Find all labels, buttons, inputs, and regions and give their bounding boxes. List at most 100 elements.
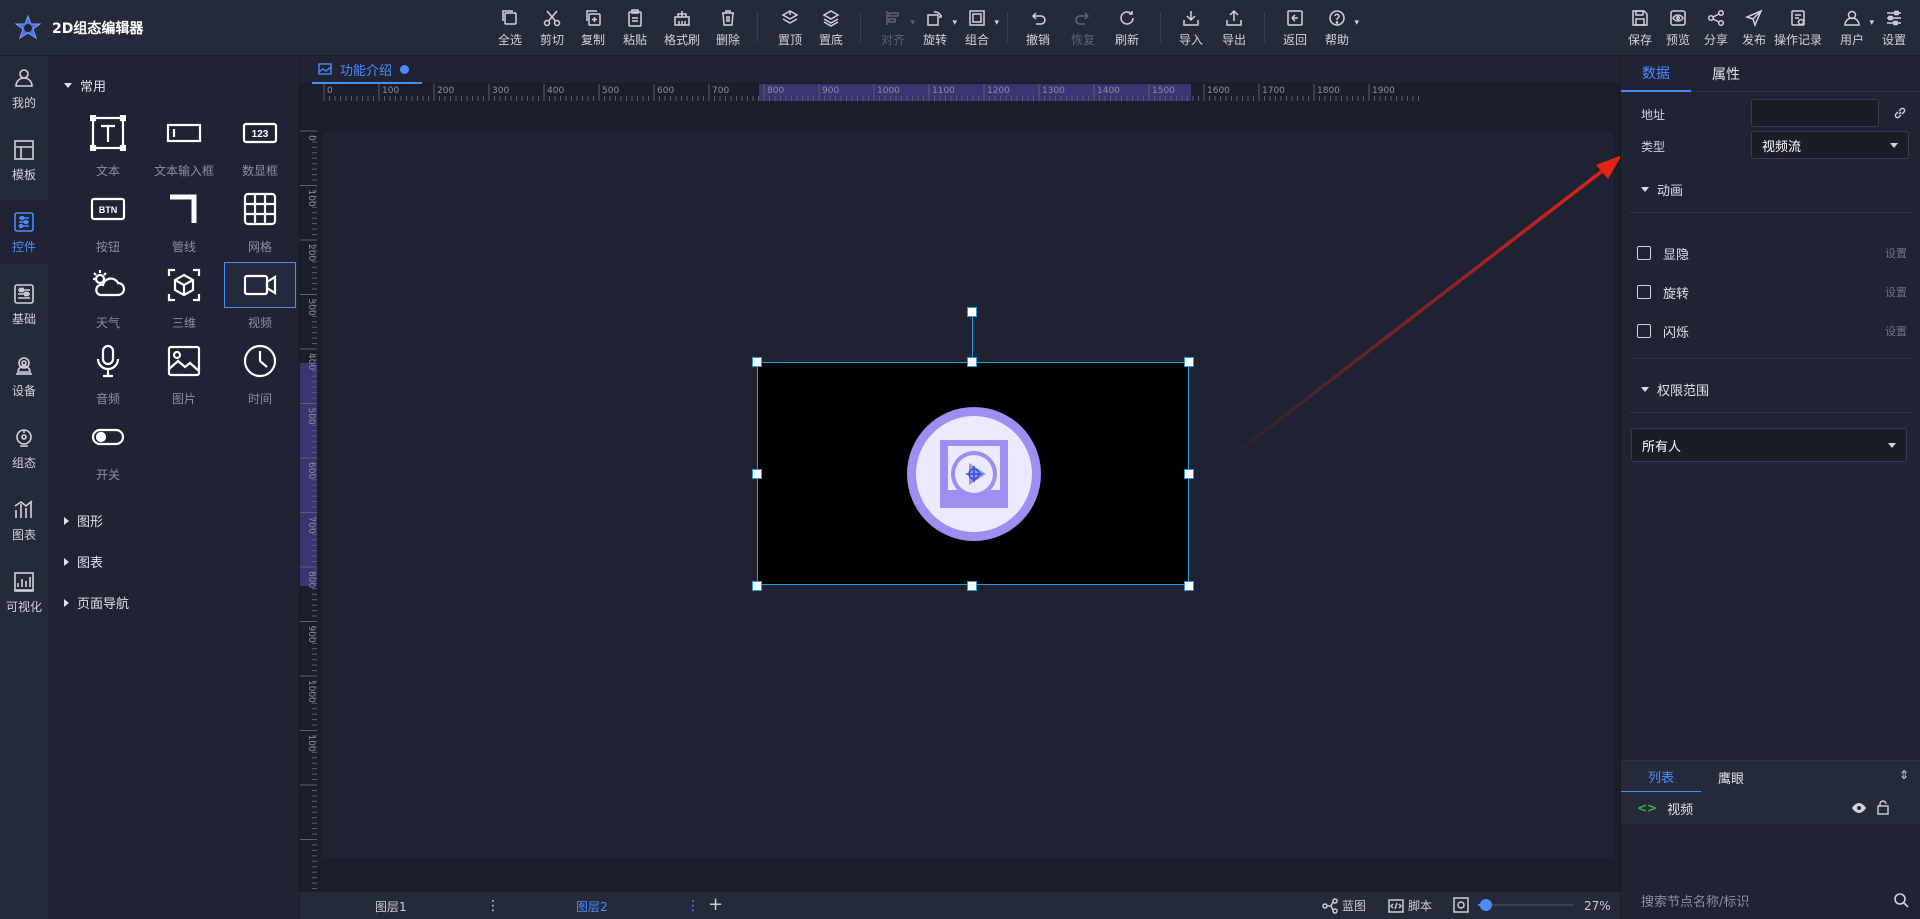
rail-item-config[interactable]: 组态 [0, 416, 48, 480]
component-audio[interactable]: 音频 [72, 338, 144, 410]
section-page-nav-header[interactable]: 页面导航 [64, 593, 129, 612]
component-grid[interactable]: 网格 [224, 186, 296, 258]
component-3d[interactable]: 三维 [148, 262, 220, 334]
blueprint-button[interactable]: 蓝图 [1322, 897, 1366, 914]
rotate-checkbox[interactable] [1637, 285, 1651, 299]
rail-item-mine[interactable]: 我的 [0, 56, 48, 120]
tab-eagle-eye[interactable]: 鹰眼 [1691, 761, 1771, 793]
delete-button[interactable]: 删除 [708, 8, 748, 48]
zoom-slider[interactable] [1478, 899, 1573, 911]
grid-icon [243, 192, 277, 226]
resize-handle-nw[interactable] [752, 357, 762, 367]
expand-collapse-icon[interactable]: ⇕ [1899, 768, 1909, 782]
back-button[interactable]: 返回 [1275, 8, 1315, 48]
permission-select[interactable]: 所有人 [1631, 428, 1907, 462]
publish-button[interactable]: 发布 [1734, 8, 1774, 48]
type-select[interactable]: 视频流 [1751, 131, 1909, 159]
refresh-button[interactable]: 刷新 [1107, 8, 1147, 48]
ruler-tick-label: 700 [712, 86, 729, 96]
tree-node-video[interactable]: <> 视频 [1621, 792, 1920, 824]
rail-item-controls[interactable]: 控件 [0, 200, 48, 264]
layer-tab-1[interactable]: 图层1 [375, 892, 407, 919]
horizontal-ruler[interactable]: 0 100 200 300 400 500 600 700 800 900 1000 1100 1200… [322, 84, 1620, 101]
text-icon [90, 115, 126, 151]
fit-screen-button[interactable] [1453, 897, 1469, 913]
import-button[interactable]: 导入 [1171, 8, 1211, 48]
send-to-bottom-button[interactable]: 置底 [811, 8, 851, 48]
tab-attributes[interactable]: 属性 [1691, 56, 1761, 92]
add-layer-icon[interactable]: + [708, 894, 723, 915]
rotation-handle[interactable] [967, 307, 977, 317]
tab-feature-intro[interactable]: 功能介绍 [312, 56, 422, 84]
rail-item-basic[interactable]: 基础 [0, 272, 48, 336]
component-image[interactable]: 图片 [148, 338, 220, 410]
animation-section-header[interactable]: 动画 [1641, 180, 1683, 199]
address-field[interactable] [1751, 99, 1879, 127]
redo-button[interactable]: 恢复 [1063, 8, 1103, 48]
cut-button[interactable]: 剪切 [532, 8, 572, 48]
eye-icon[interactable] [1851, 801, 1867, 815]
resize-handle-s[interactable] [967, 581, 977, 591]
resize-handle-n[interactable] [967, 357, 977, 367]
user-menu-button[interactable]: 用户 ▾ [1832, 8, 1874, 48]
align-button[interactable]: 对齐 ▾ [873, 8, 915, 48]
history-button[interactable]: 操作记录 [1774, 8, 1822, 48]
section-common-header[interactable]: 常用 [64, 76, 106, 95]
lock-icon[interactable] [1877, 800, 1889, 815]
layer-2-menu-icon[interactable]: ⋮ [686, 898, 700, 914]
component-text-input[interactable]: 文本输入框 [148, 110, 220, 182]
properties-panel: 数据 属性 地址 类型 视频流 动画 显隐 设置 旋转 设置 闪烁 设置 权限范… [1620, 56, 1920, 919]
permission-section-header[interactable]: 权限范围 [1641, 380, 1709, 399]
component-clock[interactable]: 时间 [224, 338, 296, 410]
blink-settings-link[interactable]: 设置 [1885, 323, 1907, 339]
format-painter-button[interactable]: 格式刷 [662, 8, 702, 48]
bring-to-top-button[interactable]: 置顶 [770, 8, 810, 48]
resize-handle-e[interactable] [1184, 469, 1194, 479]
help-button[interactable]: 帮助 ▾ [1317, 8, 1359, 48]
resize-handle-ne[interactable] [1184, 357, 1194, 367]
preview-button[interactable]: 预览 [1658, 8, 1698, 48]
copy-button[interactable]: 复制 [573, 8, 613, 48]
rotate-settings-link[interactable]: 设置 [1885, 284, 1907, 300]
select-all-button[interactable]: 全选 [490, 8, 530, 48]
video-element[interactable] [757, 362, 1189, 585]
paste-button[interactable]: 粘贴 [615, 8, 655, 48]
rail-item-templates[interactable]: 模板 [0, 128, 48, 192]
rotate-button[interactable]: 旋转 ▾ [915, 8, 957, 48]
annotation-arrow [1216, 155, 1622, 469]
resize-handle-se[interactable] [1184, 581, 1194, 591]
component-video[interactable]: 视频 [224, 262, 296, 334]
rail-item-visual[interactable]: 可视化 [0, 560, 48, 624]
section-shapes-header[interactable]: 图形 [64, 511, 103, 530]
layer-1-menu-icon[interactable]: ⋮ [486, 898, 500, 914]
vertical-ruler[interactable]: 0 100 200 300 400 500 600 700 800 900 1000 100 [300, 101, 317, 892]
rail-item-charts[interactable]: 图表 [0, 488, 48, 552]
component-numeric-display[interactable]: 123 数显框 [224, 110, 296, 182]
component-switch[interactable]: 开关 [72, 414, 144, 486]
blink-checkbox[interactable] [1637, 324, 1651, 338]
component-text[interactable]: 文本 [72, 110, 144, 182]
tab-data[interactable]: 数据 [1621, 56, 1691, 92]
visibility-settings-link[interactable]: 设置 [1885, 245, 1907, 261]
zoom-slider-knob[interactable] [1479, 899, 1492, 911]
section-charts-header[interactable]: 图表 [64, 552, 103, 571]
component-button[interactable]: BTN 按钮 [72, 186, 144, 258]
group-button[interactable]: 组合 ▾ [957, 8, 999, 48]
resize-handle-sw[interactable] [752, 581, 762, 591]
component-weather[interactable]: 天气 [72, 262, 144, 334]
undo-button[interactable]: 撤销 [1018, 8, 1058, 48]
export-button[interactable]: 导出 [1214, 8, 1254, 48]
link-icon[interactable] [1893, 106, 1907, 120]
resize-handle-w[interactable] [752, 469, 762, 479]
layer-tab-2[interactable]: 图层2 [576, 892, 608, 919]
visibility-checkbox[interactable] [1637, 246, 1651, 260]
node-search-input[interactable]: 搜索节点名称/标识 [1641, 891, 1749, 910]
component-pipeline[interactable]: 管线 [148, 186, 220, 258]
rail-item-devices[interactable]: 设备 [0, 344, 48, 408]
settings-button[interactable]: 设置 [1874, 8, 1914, 48]
tab-list[interactable]: 列表 [1621, 761, 1701, 793]
share-button[interactable]: 分享 [1696, 8, 1736, 48]
save-button[interactable]: 保存 [1620, 8, 1660, 48]
search-icon[interactable] [1893, 892, 1909, 908]
script-button[interactable]: 脚本 [1388, 897, 1432, 914]
